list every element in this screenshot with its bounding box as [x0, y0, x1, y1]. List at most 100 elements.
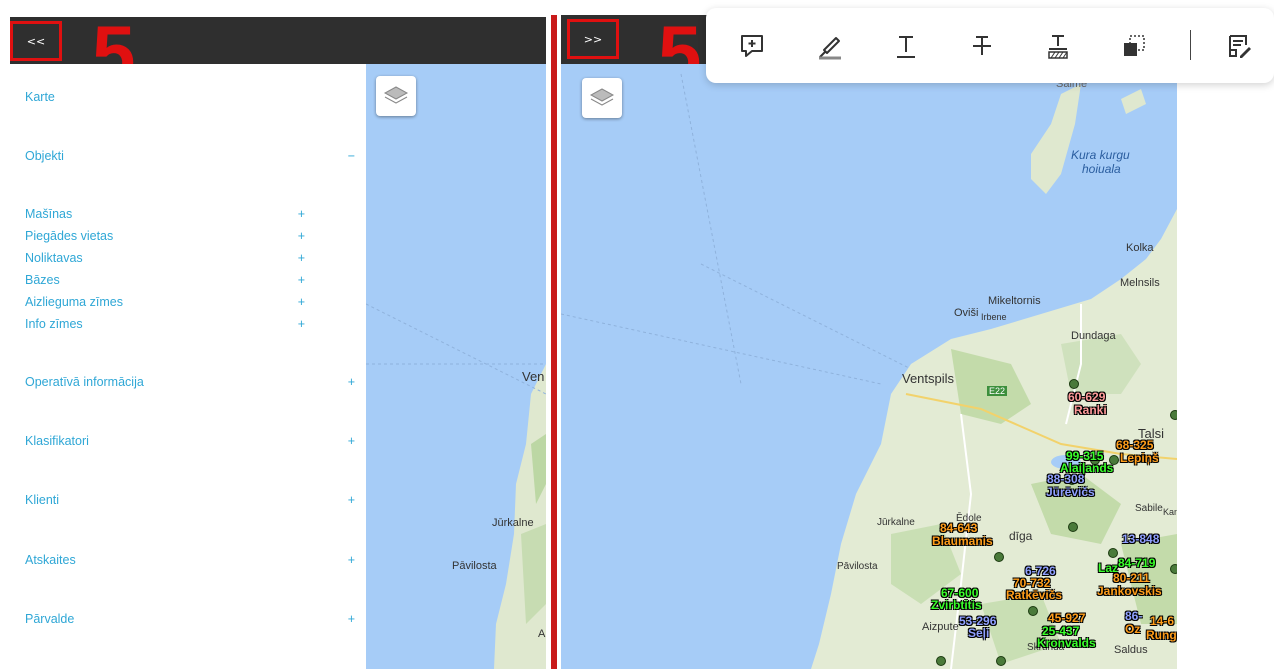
expand-icon[interactable]: + — [298, 229, 305, 243]
vehicle-dot[interactable] — [936, 656, 946, 666]
vehicle-marker[interactable]: Kronvalds — [1035, 636, 1098, 650]
strikethrough-button[interactable] — [964, 28, 1000, 64]
map-label-jurkalne: Jūrkalne — [877, 517, 915, 528]
left-map-view[interactable]: Ven Jūrkalne Pāvilosta A — [366, 64, 546, 669]
collapse-icon[interactable]: − — [348, 149, 355, 163]
submenu-item-noliktavas[interactable]: Noliktavas + — [25, 251, 305, 265]
expand-icon[interactable]: + — [298, 295, 305, 309]
submenu-item-label: Info zīmes — [25, 317, 83, 331]
menu-item-label: Klienti — [25, 493, 60, 507]
vehicle-marker[interactable]: Oz — [1123, 622, 1142, 636]
map-label-pavilosta: Pāvilosta — [837, 561, 878, 572]
expand-icon[interactable]: + — [348, 553, 355, 567]
layers-icon — [589, 88, 615, 106]
squiggly-text-icon — [1048, 35, 1068, 59]
expand-icon[interactable]: + — [298, 251, 305, 265]
map-label: A — [538, 628, 546, 640]
strikethrough-text-icon — [973, 36, 991, 55]
submenu-item-label: Bāzes — [25, 273, 60, 287]
vehicle-marker[interactable]: Lepiņš — [1118, 451, 1161, 465]
map-label-ventspils: Ventspils — [902, 371, 955, 386]
highlighter-icon — [819, 37, 841, 60]
expand-icon[interactable]: + — [348, 612, 355, 626]
expand-icon[interactable]: + — [298, 273, 305, 287]
vehicle-marker[interactable]: 84-719 — [1116, 556, 1157, 570]
menu-item-label: Objekti — [25, 149, 64, 163]
map-label-hoiuala: hoiuala — [1082, 162, 1121, 176]
vehicle-dot[interactable] — [994, 552, 1004, 562]
submenu-item-bazes[interactable]: Bāzes + — [25, 273, 305, 287]
sidebar-menu: Karte Objekti − Mašīnas + Piegādes vietas +… — [10, 64, 366, 669]
map-label-kolka: Kolka — [1126, 242, 1154, 254]
highlight-button[interactable] — [812, 28, 848, 64]
edit-note-icon — [1229, 35, 1251, 58]
layers-button[interactable] — [582, 78, 622, 118]
menu-item-label: Karte — [25, 90, 55, 104]
vehicle-marker[interactable]: 84-643 — [938, 521, 979, 535]
squiggly-button[interactable] — [1040, 28, 1076, 64]
toolbar-separator — [1190, 30, 1191, 60]
map-label-ovisi: Oviši — [954, 307, 979, 319]
map-label-kan: Kan — [1163, 507, 1177, 517]
right-map-view[interactable]: Saime Kura kurgu hoiuala Kolka Melnsils … — [561, 64, 1177, 669]
vehicle-marker[interactable]: 88-308 — [1045, 472, 1086, 486]
map-label-kuldiga: dīga — [1009, 529, 1033, 543]
expand-icon[interactable]: + — [348, 434, 355, 448]
area-select-button[interactable] — [1116, 28, 1152, 64]
expand-icon[interactable]: + — [348, 493, 355, 507]
layers-icon — [383, 86, 409, 104]
road-badge: E22 — [987, 386, 1008, 396]
vehicle-marker[interactable]: Jūrēvičs — [1044, 485, 1097, 499]
map-label-sabile: Sabile — [1135, 503, 1163, 514]
map-label: Ven — [522, 369, 545, 384]
vehicle-marker[interactable]: 45-927 — [1046, 611, 1087, 625]
vehicle-marker[interactable]: 80-211 — [1111, 571, 1152, 585]
vehicle-marker[interactable]: 14-6 — [1148, 614, 1176, 628]
vehicle-dot[interactable] — [1069, 379, 1079, 389]
vehicle-marker[interactable]: Rung — [1144, 628, 1177, 642]
menu-item-label: Pārvalde — [25, 612, 75, 626]
menu-item-label: Klasifikatori — [25, 434, 89, 448]
add-comment-icon — [741, 35, 763, 57]
submenu-item-aizlieguma-zimes[interactable]: Aizlieguma zīmes + — [25, 295, 305, 309]
submenu-item-label: Mašīnas — [25, 207, 73, 221]
vehicle-dot[interactable] — [1068, 522, 1078, 532]
underline-button[interactable] — [888, 28, 924, 64]
vehicle-marker[interactable]: Jankovskis — [1095, 584, 1164, 598]
map-label: Jūrkalne — [492, 517, 534, 529]
vehicle-marker[interactable]: 60-629 — [1066, 390, 1107, 404]
vehicle-marker[interactable]: Ranki — [1072, 403, 1109, 417]
map-label-saldus: Saldus — [1114, 644, 1148, 656]
edit-note-button[interactable] — [1221, 28, 1257, 64]
left-map-land — [366, 303, 546, 669]
vehicle-dot[interactable] — [1170, 564, 1177, 574]
vehicle-marker[interactable]: 86- — [1123, 609, 1144, 623]
expand-icon[interactable]: + — [348, 375, 355, 389]
annotation-toolbar — [706, 8, 1274, 83]
vehicle-dot[interactable] — [1028, 606, 1038, 616]
map-label-kura-kurgu: Kura kurgu — [1071, 148, 1130, 162]
map-label-melnsils: Melnsils — [1120, 277, 1160, 289]
submenu-item-piegades-vietas[interactable]: Piegādes vietas + — [25, 229, 305, 243]
vehicle-marker[interactable]: 68-325 — [1114, 438, 1155, 452]
vehicle-marker[interactable]: Ratkēvičs — [1004, 588, 1064, 602]
vehicle-dot[interactable] — [996, 656, 1006, 666]
map-label: Pāvilosta — [452, 560, 497, 572]
submenu-item-label: Aizlieguma zīmes — [25, 295, 123, 309]
submenu-item-masinas[interactable]: Mašīnas + — [25, 207, 305, 221]
layers-button[interactable] — [376, 76, 416, 116]
add-comment-button[interactable] — [734, 28, 770, 64]
submenu-item-info-zimes[interactable]: Info zīmes + — [25, 317, 305, 331]
expand-sidebar-button[interactable]: >> — [567, 19, 619, 59]
collapse-sidebar-button[interactable]: << — [10, 21, 62, 61]
vehicle-marker[interactable]: 13-848 — [1120, 532, 1161, 546]
vehicle-marker[interactable]: Zvirbtitis — [929, 598, 984, 612]
vehicle-dot[interactable] — [1170, 410, 1177, 420]
map-label-irbene: Irbene — [981, 312, 1007, 322]
left-top-bar: << 5 — [10, 17, 546, 92]
expand-icon[interactable]: + — [298, 317, 305, 331]
expand-icon[interactable]: + — [298, 207, 305, 221]
vehicle-marker[interactable]: Blaumanis — [930, 534, 995, 548]
map-label-dundaga: Dundaga — [1071, 330, 1116, 342]
vehicle-marker[interactable]: Seļi — [966, 626, 991, 640]
